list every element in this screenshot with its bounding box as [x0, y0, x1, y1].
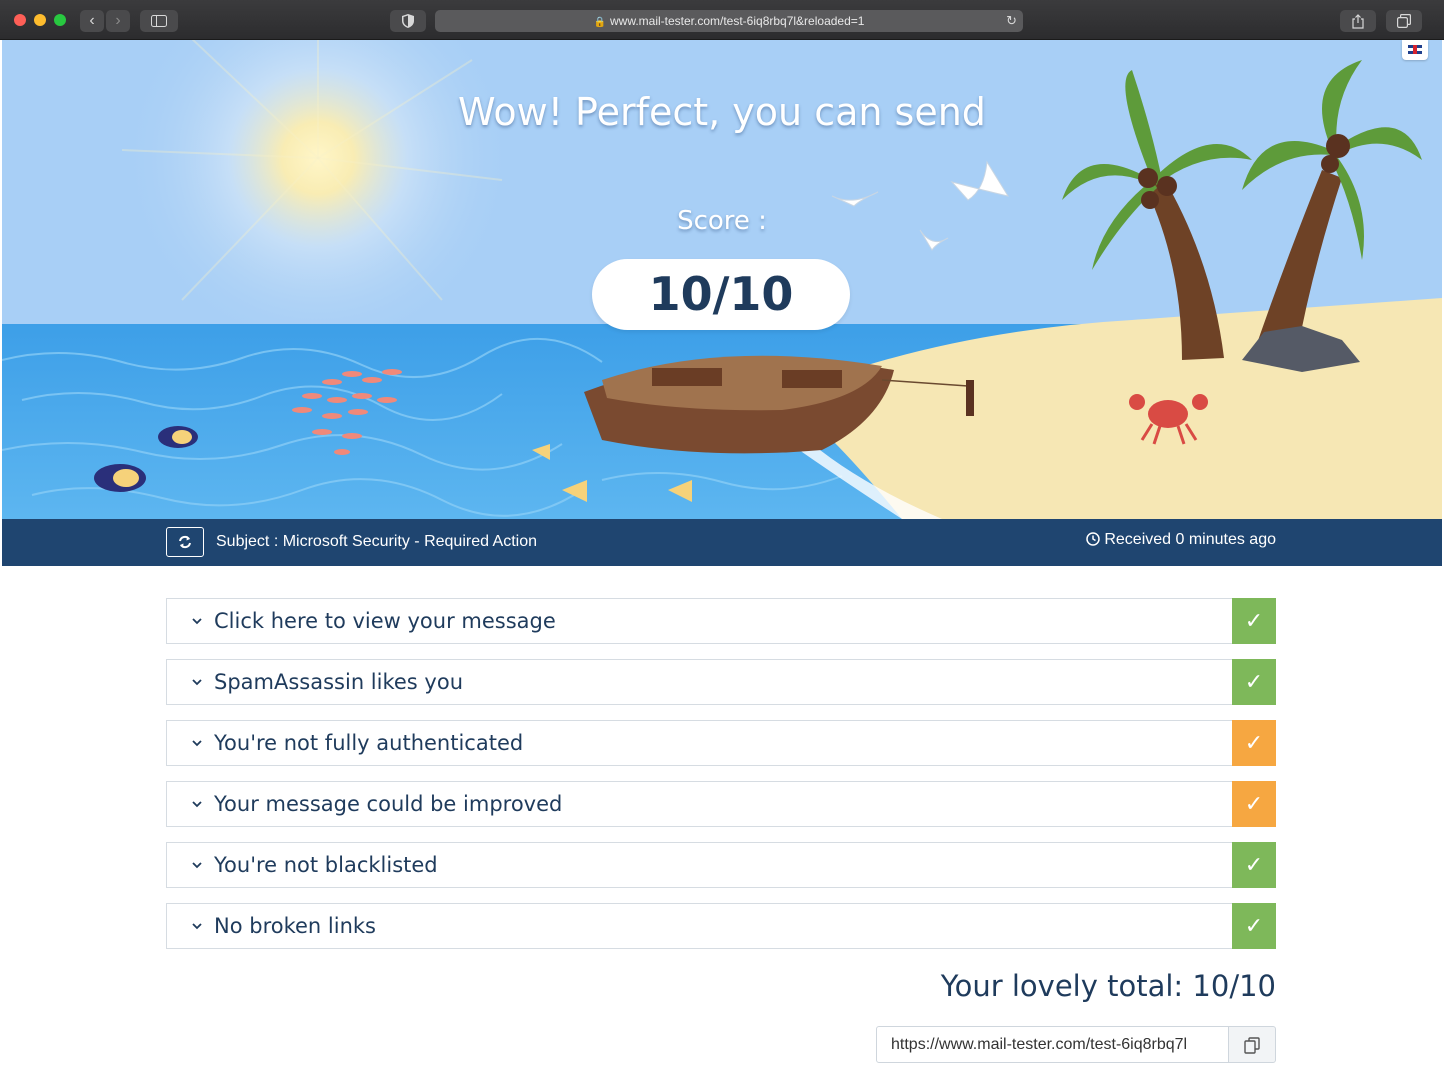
shield-icon	[402, 14, 414, 28]
share-url-input[interactable]	[876, 1026, 1229, 1063]
result-label: Click here to view your message	[214, 609, 556, 633]
results-list: Click here to view your message ✓ SpamAs…	[166, 598, 1276, 964]
browser-toolbar: ‹ › 🔒 www.mail-tester.com/test-6iq8rbq7l&…	[0, 0, 1444, 40]
result-view-message[interactable]: Click here to view your message ✓	[166, 598, 1276, 644]
address-bar-url: www.mail-tester.com/test-6iq8rbq7l&reloa…	[609, 14, 865, 28]
chevron-down-icon	[192, 740, 202, 747]
received-text: Received 0 minutes ago	[1104, 531, 1276, 548]
minimize-window-button[interactable]	[34, 14, 46, 26]
result-label: You're not fully authenticated	[214, 731, 524, 755]
check-icon: ✓	[1232, 659, 1276, 705]
clock-icon	[1086, 532, 1101, 546]
chevron-down-icon	[192, 862, 202, 869]
privacy-report-button[interactable]	[390, 10, 426, 32]
result-label: No broken links	[214, 914, 376, 938]
share-icon	[1352, 14, 1364, 29]
check-icon: ✓	[1232, 598, 1276, 644]
chevron-down-icon	[192, 923, 202, 930]
tabs-icon	[1397, 14, 1411, 28]
chevron-down-icon	[192, 679, 202, 686]
check-icon: ✓	[1232, 720, 1276, 766]
tab-overview-button[interactable]	[1386, 10, 1422, 32]
result-authentication[interactable]: You're not fully authenticated ✓	[166, 720, 1276, 766]
language-selector[interactable]	[1402, 40, 1428, 60]
address-bar[interactable]: 🔒 www.mail-tester.com/test-6iq8rbq7l&relo…	[435, 10, 1023, 32]
close-window-button[interactable]	[14, 14, 26, 26]
back-button[interactable]: ‹	[80, 10, 104, 32]
check-icon: ✓	[1232, 903, 1276, 949]
result-label: Your message could be improved	[214, 792, 563, 816]
share-url-group	[876, 1026, 1276, 1063]
subject-bar: Subject : Microsoft Security - Required …	[2, 519, 1442, 566]
sidebar-toggle-button[interactable]	[140, 10, 178, 32]
email-subject: Subject : Microsoft Security - Required …	[216, 533, 538, 550]
chevron-down-icon	[192, 618, 202, 625]
result-label: SpamAssassin likes you	[214, 670, 464, 694]
score-label: Score :	[677, 206, 767, 236]
refresh-button[interactable]	[166, 527, 204, 557]
forward-button[interactable]: ›	[106, 10, 130, 32]
hero-banner: Wow! Perfect, you can send Score : 10/10	[2, 40, 1442, 519]
copy-icon	[1244, 1037, 1260, 1054]
result-message-improvement[interactable]: Your message could be improved ✓	[166, 781, 1276, 827]
result-spamassassin[interactable]: SpamAssassin likes you ✓	[166, 659, 1276, 705]
result-broken-links[interactable]: No broken links ✓	[166, 903, 1276, 949]
received-time: Received 0 minutes ago	[1086, 519, 1276, 560]
zoom-window-button[interactable]	[54, 14, 66, 26]
chevron-left-icon: ‹	[89, 12, 95, 29]
check-icon: ✓	[1232, 842, 1276, 888]
reload-icon[interactable]: ↻	[1006, 10, 1017, 32]
share-button[interactable]	[1340, 10, 1376, 32]
uk-flag-icon	[1408, 45, 1422, 54]
chevron-right-icon: ›	[115, 12, 121, 29]
check-icon: ✓	[1232, 781, 1276, 827]
copy-url-button[interactable]	[1228, 1026, 1276, 1063]
chevron-down-icon	[192, 801, 202, 808]
score-value: 10/10	[592, 259, 850, 330]
result-blacklist[interactable]: You're not blacklisted ✓	[166, 842, 1276, 888]
total-score: Your lovely total: 10/10	[940, 969, 1276, 1003]
hero-title: Wow! Perfect, you can send	[458, 90, 986, 134]
refresh-icon	[179, 535, 191, 549]
lock-icon: 🔒	[593, 17, 606, 28]
result-label: You're not blacklisted	[214, 853, 438, 877]
sidebar-icon	[151, 15, 167, 27]
